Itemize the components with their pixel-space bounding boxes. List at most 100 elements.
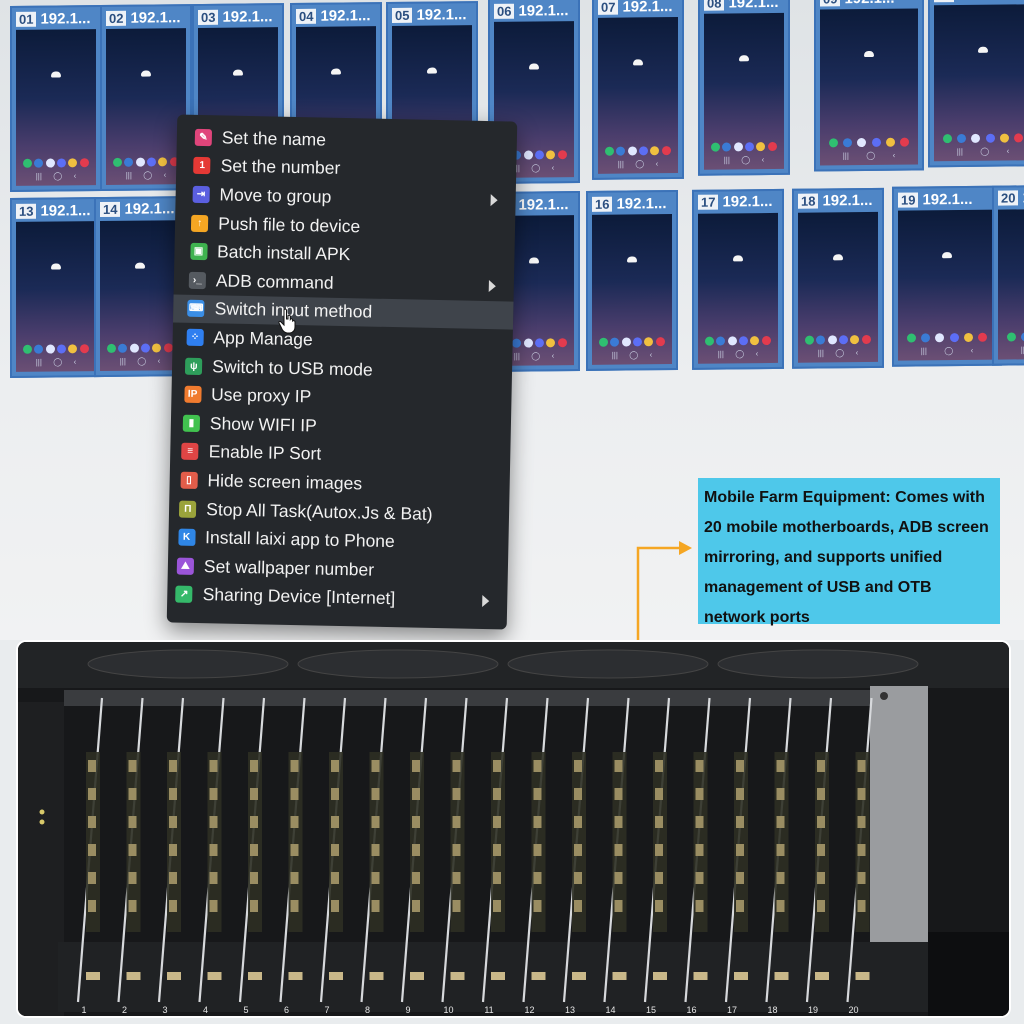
app-icon bbox=[750, 335, 760, 346]
menu-item-label: Stop All Task(Autox.Js & Bat) bbox=[206, 498, 433, 524]
tile-number: 02 bbox=[106, 10, 127, 26]
usb-connector bbox=[572, 972, 586, 980]
board-component bbox=[209, 816, 218, 828]
slot-number-label: 2 bbox=[122, 1005, 127, 1015]
device-tile[interactable]: 19 192.1... ||| ◯ ‹ bbox=[892, 185, 1002, 367]
phone-screen-mirror[interactable]: |||◯‹ bbox=[592, 214, 672, 365]
app-icon bbox=[79, 158, 89, 168]
device-tile[interactable]: 18 192.1... ||| ◯ ‹ bbox=[792, 187, 884, 369]
app-icon bbox=[661, 146, 671, 156]
menu-item-label: Set the number bbox=[220, 155, 341, 179]
phone-screen-mirror[interactable]: |||◯‹ bbox=[998, 208, 1024, 360]
device-tile[interactable]: 09192.1... ||| ◯ ‹ bbox=[814, 0, 924, 172]
device-tile[interactable]: 16 192.1... ||| ◯ ‹ bbox=[586, 190, 678, 372]
android-nav-bar: ||| ◯ ‹ bbox=[30, 171, 82, 181]
tile-ip: 192.1... bbox=[958, 0, 1008, 3]
tile-number: 06 bbox=[494, 3, 515, 19]
tile-number: 19 bbox=[898, 192, 919, 208]
nav-button-icon: ||| bbox=[513, 352, 520, 362]
app-icon bbox=[141, 343, 151, 353]
menu-item-label: Move to group bbox=[219, 184, 332, 207]
phone-screen-mirror[interactable]: |||◯‹ bbox=[16, 29, 96, 186]
device-tile[interactable]: 10192.1... ||| ◯ ‹ bbox=[928, 0, 1024, 168]
nav-button-icon: ||| bbox=[35, 171, 42, 181]
app-icon bbox=[34, 158, 44, 168]
app-icon bbox=[79, 344, 89, 354]
nav-button-icon: ◯ bbox=[531, 351, 541, 361]
menu-item-label: Hide screen images bbox=[207, 470, 363, 494]
tile-number: 03 bbox=[198, 9, 219, 25]
board-component bbox=[857, 816, 866, 828]
board-component bbox=[533, 872, 542, 884]
phone-screen-mirror[interactable]: |||◯‹ bbox=[16, 221, 96, 372]
phone-screen-mirror[interactable]: |||◯‹ bbox=[106, 28, 186, 185]
app-icon bbox=[616, 146, 626, 156]
board-component bbox=[412, 872, 420, 884]
cooling-fan bbox=[717, 649, 919, 679]
board-component bbox=[169, 872, 177, 884]
board-component bbox=[695, 844, 704, 856]
board-component bbox=[250, 872, 258, 884]
android-nav-bar: ||| ◯ ‹ bbox=[718, 155, 770, 165]
device-tile[interactable]: 08 192.1... ||| ◯ ‹ bbox=[698, 0, 790, 176]
board-component bbox=[128, 844, 137, 856]
board-component bbox=[169, 760, 177, 772]
nav-button-icon: ||| bbox=[842, 151, 849, 161]
move-group-icon: ⇥ bbox=[192, 185, 210, 204]
board-component bbox=[371, 816, 380, 828]
board-component bbox=[533, 816, 542, 828]
proxy-ip-icon: IP bbox=[183, 385, 202, 404]
board-component bbox=[290, 816, 299, 828]
android-nav-bar: ||| ◯ ‹ bbox=[912, 346, 982, 356]
app-icon bbox=[805, 335, 815, 345]
phone-screen-mirror[interactable]: |||◯‹ bbox=[898, 209, 996, 361]
app-icon bbox=[900, 137, 910, 147]
board-component bbox=[736, 844, 744, 856]
tile-ip: 192.1... bbox=[518, 196, 569, 214]
top-rail bbox=[64, 690, 894, 706]
phone-screen-mirror[interactable]: |||◯‹ bbox=[100, 219, 180, 371]
android-nav-bar: ||| ◯ ‹ bbox=[712, 349, 764, 359]
phone-screen-mirror[interactable]: |||◯‹ bbox=[934, 4, 1024, 162]
phone-screen-mirror[interactable]: |||◯‹ bbox=[798, 211, 878, 363]
board-component bbox=[736, 872, 744, 884]
weather-icon bbox=[627, 256, 637, 263]
device-tile[interactable]: 20192.1... |||◯‹ bbox=[992, 184, 1024, 366]
tile-number: 09 bbox=[820, 0, 841, 6]
device-tile[interactable]: 17 192.1... ||| ◯ ‹ bbox=[692, 188, 784, 370]
nav-button-icon: ‹ bbox=[1006, 146, 1010, 156]
android-nav-bar: ||| ◯ ‹ bbox=[812, 348, 864, 358]
nav-button-icon: ◯ bbox=[143, 170, 153, 180]
app-icon bbox=[942, 134, 952, 144]
android-nav-bar: ||| ◯ ‹ bbox=[948, 146, 1018, 157]
slot-number-label: 1 bbox=[81, 1005, 86, 1015]
app-icon bbox=[68, 158, 78, 168]
device-tile[interactable]: 07 192.1... ||| ◯ ‹ bbox=[592, 0, 684, 180]
hardware-rack-photo: 1 2 3 4 5 6 7 8 9 10 11 12 13 14 15 16 17 18 19 20 bbox=[16, 640, 1011, 1018]
app-icon bbox=[147, 157, 157, 167]
nav-button-icon: ‹ bbox=[755, 348, 759, 358]
phone-screen-mirror[interactable]: |||◯‹ bbox=[698, 212, 778, 364]
slot-number-label: 6 bbox=[284, 1005, 289, 1015]
tile-ip: 192.1... bbox=[922, 190, 973, 209]
app-icon bbox=[605, 146, 615, 156]
app-icon bbox=[828, 138, 838, 148]
app-icon bbox=[716, 336, 726, 346]
board-component bbox=[371, 760, 380, 772]
usb-connector bbox=[329, 972, 343, 980]
usb-connector bbox=[207, 972, 222, 980]
device-tile[interactable]: 01 192.1... ||| ◯ ‹ bbox=[10, 5, 102, 192]
weather-icon bbox=[141, 70, 151, 77]
phone-screen-mirror[interactable]: |||◯‹ bbox=[704, 12, 784, 170]
menu-item-sharing-device-internet[interactable]: ↗ Sharing Device [Internet] bbox=[167, 580, 508, 616]
tile-ip: 192.1... bbox=[416, 5, 467, 24]
phone-screen-mirror[interactable]: |||◯‹ bbox=[598, 16, 678, 174]
weather-icon bbox=[529, 63, 539, 70]
app-icon bbox=[621, 337, 631, 347]
phone-screen-mirror[interactable]: |||◯‹ bbox=[820, 8, 918, 166]
android-nav-bar: ||| ◯ ‹ bbox=[606, 350, 658, 360]
device-grid: 01 192.1... ||| ◯ ‹ 02 192.1... ||| ◯ ‹ 03 192.1...… bbox=[8, 0, 1024, 420]
app-icon bbox=[557, 338, 567, 348]
tile-header: 05 192.1... bbox=[388, 3, 476, 26]
device-tile[interactable]: 13 192.1... ||| ◯ ‹ bbox=[10, 197, 102, 378]
